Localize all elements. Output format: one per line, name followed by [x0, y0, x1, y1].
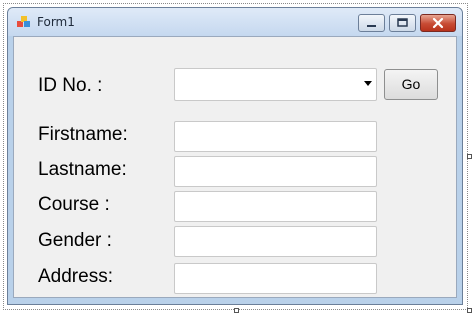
firstname-label: Firstname: [38, 124, 128, 145]
resize-grip-bottom[interactable] [234, 308, 239, 313]
form-window: Form1 ID No. : Go Firstname: Lastname: C… [7, 7, 463, 305]
lastname-label: Lastname: [38, 159, 127, 180]
id-no-combobox[interactable] [174, 68, 377, 101]
course-label: Course : [38, 194, 110, 215]
close-icon [432, 17, 444, 29]
resize-grip-corner[interactable] [467, 308, 472, 313]
gender-input[interactable] [174, 226, 377, 257]
address-input[interactable] [174, 263, 377, 294]
title-bar[interactable]: Form1 [8, 8, 462, 36]
course-input[interactable] [174, 191, 377, 222]
go-button[interactable]: Go [384, 69, 438, 100]
minimize-icon [367, 25, 376, 27]
window-title: Form1 [37, 15, 75, 29]
id-no-label: ID No. : [38, 75, 103, 96]
maximize-icon [397, 18, 408, 27]
gender-label: Gender : [38, 230, 112, 251]
minimize-button[interactable] [358, 14, 385, 32]
chevron-down-icon[interactable] [364, 81, 372, 87]
close-button[interactable] [420, 14, 456, 32]
address-label: Address: [38, 266, 113, 287]
form-client-area: ID No. : Go Firstname: Lastname: Course … [13, 36, 457, 298]
lastname-input[interactable] [174, 156, 377, 187]
resize-grip-right[interactable] [467, 154, 472, 159]
app-icon [17, 16, 30, 27]
maximize-button[interactable] [389, 14, 416, 32]
firstname-input[interactable] [174, 121, 377, 152]
